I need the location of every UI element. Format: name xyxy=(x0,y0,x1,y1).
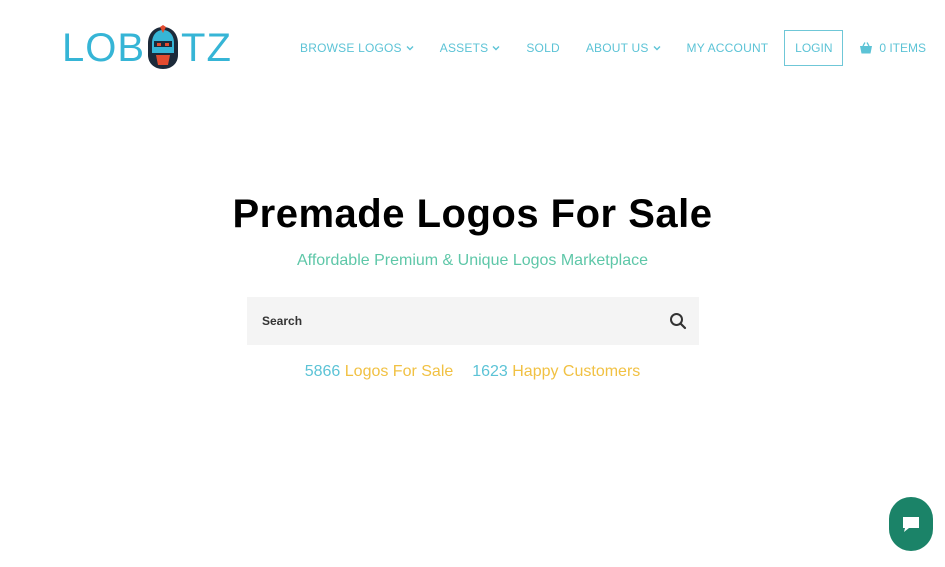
nav-assets-label: ASSETS xyxy=(439,41,489,55)
login-button[interactable]: LOGIN xyxy=(784,30,844,66)
logos-label: Logos For Sale xyxy=(344,363,454,380)
nav-my-account[interactable]: MY ACCOUNT xyxy=(687,41,769,55)
chevron-down-icon xyxy=(492,46,500,51)
page-title: Premade Logos For Sale xyxy=(232,192,713,236)
customers-label: Happy Customers xyxy=(512,363,641,380)
search-input[interactable] xyxy=(260,313,664,329)
site-stats: 5866 Logos For Sale 1623 Happy Customers xyxy=(0,363,945,381)
page-subtitle: Affordable Premium & Unique Logos Market… xyxy=(297,252,648,269)
customers-count: 1623 xyxy=(472,363,508,380)
nav-sold[interactable]: SOLD xyxy=(526,41,559,55)
logo-text-part2: TZ xyxy=(181,26,232,70)
basket-icon xyxy=(860,42,873,54)
nav-assets[interactable]: ASSETS xyxy=(440,41,501,55)
nav-sold-label: SOLD xyxy=(526,41,560,55)
main-nav: BROWSE LOGOS ASSETS SOLD ABOUT US MY ACC… xyxy=(300,30,926,66)
site-logo[interactable]: LOB TZ xyxy=(62,24,232,72)
chevron-down-icon xyxy=(653,46,661,51)
nav-my-account-label: MY ACCOUNT xyxy=(686,41,769,55)
search-icon[interactable] xyxy=(669,312,687,330)
cart-link[interactable]: 0 ITEMS xyxy=(859,41,926,55)
logo-text-part1: LOB xyxy=(62,26,146,70)
nav-browse-logos-label: BROWSE LOGOS xyxy=(300,41,402,55)
nav-browse-logos[interactable]: BROWSE LOGOS xyxy=(300,41,414,55)
chat-button[interactable] xyxy=(889,497,933,551)
nav-about-us[interactable]: ABOUT US xyxy=(586,41,661,55)
helmet-mask-icon xyxy=(148,25,179,69)
site-header: LOB TZ BROWSE LOGOS ASSETS SOLD ABOUT US xyxy=(0,0,945,95)
nav-about-us-label: ABOUT US xyxy=(585,41,649,55)
search-bar xyxy=(247,297,699,345)
chevron-down-icon xyxy=(406,46,414,51)
cart-items-count: 0 ITEMS xyxy=(879,41,927,55)
chat-bubble-icon xyxy=(903,517,919,532)
logos-count: 5866 xyxy=(304,363,341,380)
